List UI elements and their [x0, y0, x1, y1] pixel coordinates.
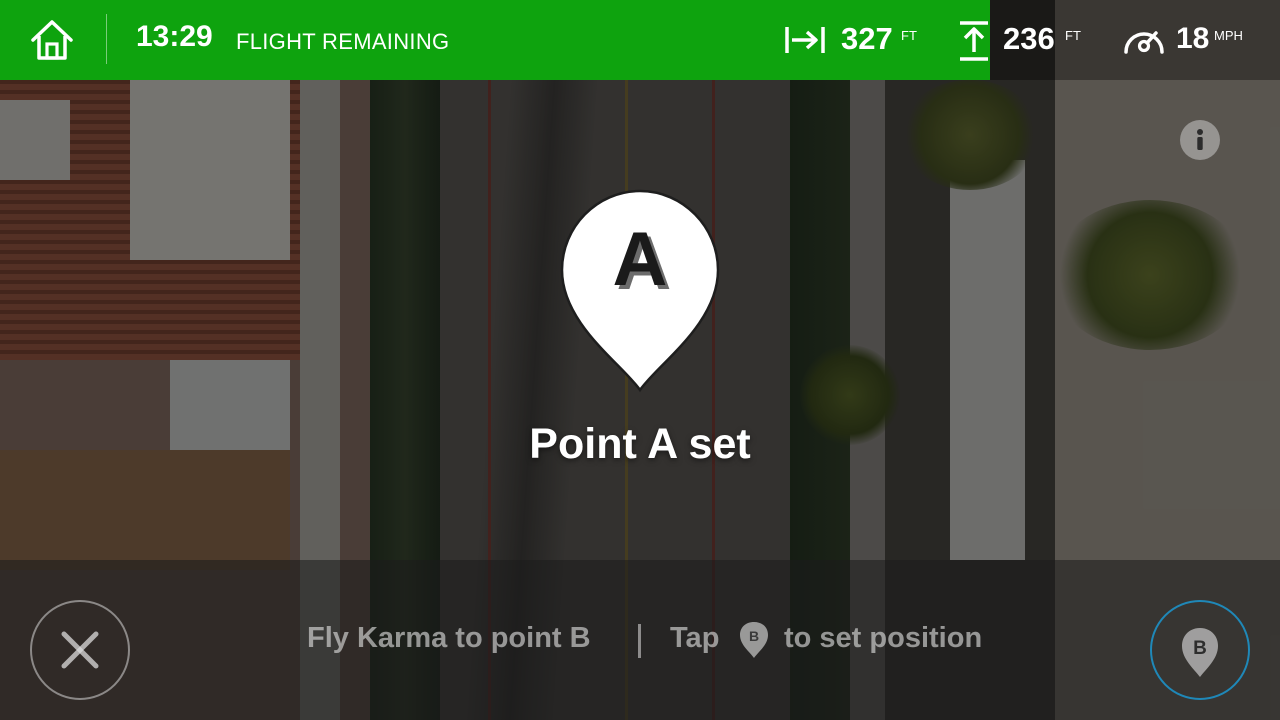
- altitude-unit: FT: [1065, 28, 1081, 43]
- tap-suffix-text: to set position: [784, 622, 983, 654]
- close-icon: [61, 631, 99, 669]
- home-button[interactable]: [28, 18, 76, 62]
- home-icon: [31, 20, 73, 60]
- map-pin-b-icon: B: [737, 620, 771, 665]
- distance-unit: FT: [901, 28, 917, 43]
- distance-value: 327: [841, 21, 893, 56]
- tap-prefix-text: Tap: [670, 622, 720, 654]
- cancel-button[interactable]: [30, 600, 130, 700]
- flight-time-remaining: 13:29: [136, 20, 213, 53]
- svg-text:B: B: [1193, 638, 1207, 659]
- altitude-icon: [958, 20, 990, 67]
- telemetry-bar: 13:29 FLIGHT REMAINING 327 FT 236 FT 18 …: [0, 0, 1280, 80]
- horizontal-distance-icon: [784, 24, 826, 61]
- topbar-divider: [106, 14, 107, 64]
- pin-letter: A: [612, 217, 668, 302]
- flight-screen: 13:29 FLIGHT REMAINING 327 FT 236 FT 18 …: [0, 0, 1280, 720]
- altitude-value: 236: [1003, 21, 1055, 56]
- set-point-b-button[interactable]: B: [1150, 600, 1250, 700]
- map-pin-b-icon: B: [1182, 628, 1218, 677]
- flight-remaining-label: FLIGHT REMAINING: [236, 29, 450, 54]
- info-icon: [1197, 129, 1203, 150]
- info-button[interactable]: [1180, 120, 1220, 160]
- speedometer-icon: [1122, 24, 1166, 61]
- point-a-marker: A A: [560, 188, 720, 393]
- speed-unit: MPH: [1214, 28, 1243, 43]
- status-message: Point A set: [529, 420, 751, 468]
- speed-value: 18: [1176, 22, 1210, 55]
- svg-text:B: B: [749, 628, 759, 644]
- instruction-text: Fly Karma to point B: [307, 622, 591, 654]
- instruction-divider: [638, 624, 641, 658]
